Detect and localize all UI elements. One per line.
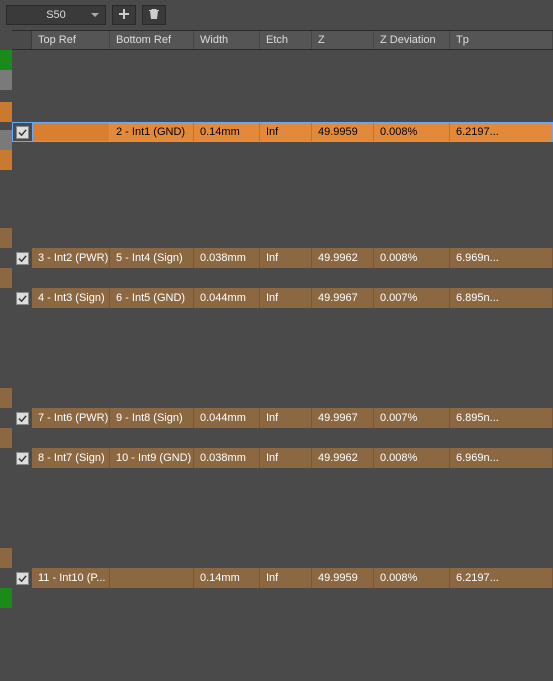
cell-width[interactable]: 0.14mm [194, 568, 260, 588]
cell-top-ref[interactable]: 11 - Int10 (P... [32, 568, 110, 588]
cell-width[interactable]: 0.14mm [194, 122, 260, 142]
header-z-deviation[interactable]: Z Deviation [374, 31, 450, 49]
gutter-segment [0, 548, 12, 568]
header-etch[interactable]: Etch [260, 31, 312, 49]
cell-z[interactable]: 49.9962 [312, 248, 374, 268]
gutter-segment [0, 130, 12, 150]
cell-bottom-ref[interactable] [110, 568, 194, 588]
cell-etch[interactable]: Inf [260, 568, 312, 588]
table-header: Top Ref Bottom Ref Width Etch Z Z Deviat… [12, 30, 553, 50]
gutter-segment [0, 102, 12, 122]
cell-top-ref[interactable]: 4 - Int3 (Sign) [32, 288, 110, 308]
row-checkbox-cell [12, 408, 32, 428]
row-checkbox-cell [12, 568, 32, 588]
header-tp[interactable]: Tp [450, 31, 553, 49]
cell-z[interactable]: 49.9959 [312, 568, 374, 588]
cell-etch[interactable]: Inf [260, 122, 312, 142]
gutter-segment [0, 388, 12, 408]
table-row[interactable]: 4 - Int3 (Sign)6 - Int5 (GND)0.044mmInf4… [12, 288, 553, 308]
cell-top-ref[interactable]: 7 - Int6 (PWR) [32, 408, 110, 428]
row-checkbox-cell [12, 448, 32, 468]
cell-z-deviation[interactable]: 0.007% [374, 288, 450, 308]
row-checkbox-cell [12, 122, 32, 142]
table-body: 2 - Int1 (GND)0.14mmInf49.99590.008%6.21… [12, 50, 553, 681]
row-checkbox[interactable] [16, 252, 29, 265]
gutter-segment [0, 50, 12, 70]
cell-z-deviation[interactable]: 0.007% [374, 408, 450, 428]
gutter-segment [0, 428, 12, 448]
cell-z[interactable]: 49.9962 [312, 448, 374, 468]
cell-z-deviation[interactable]: 0.008% [374, 122, 450, 142]
cell-bottom-ref[interactable]: 9 - Int8 (Sign) [110, 408, 194, 428]
table-row[interactable]: 7 - Int6 (PWR)9 - Int8 (Sign)0.044mmInf4… [12, 408, 553, 428]
cell-z-deviation[interactable]: 0.008% [374, 568, 450, 588]
gutter-segment [0, 228, 12, 248]
layer-gutter [0, 30, 12, 681]
cell-etch[interactable]: Inf [260, 408, 312, 428]
row-checkbox[interactable] [16, 126, 29, 139]
gutter-segment [0, 30, 12, 50]
cell-z-deviation[interactable]: 0.008% [374, 248, 450, 268]
cell-tp[interactable]: 6.969n... [450, 248, 553, 268]
row-checkbox[interactable] [16, 452, 29, 465]
profile-dropdown-value: S50 [46, 9, 66, 21]
profile-dropdown[interactable]: S50 [6, 5, 106, 25]
table-row[interactable]: 2 - Int1 (GND)0.14mmInf49.99590.008%6.21… [12, 122, 553, 142]
cell-bottom-ref[interactable]: 5 - Int4 (Sign) [110, 248, 194, 268]
cell-width[interactable]: 0.044mm [194, 288, 260, 308]
header-checkbox-col [12, 31, 32, 49]
cell-z[interactable]: 49.9967 [312, 288, 374, 308]
header-width[interactable]: Width [194, 31, 260, 49]
impedance-table: Top Ref Bottom Ref Width Etch Z Z Deviat… [12, 30, 553, 681]
cell-width[interactable]: 0.038mm [194, 448, 260, 468]
add-button[interactable] [112, 5, 136, 25]
header-z[interactable]: Z [312, 31, 374, 49]
plus-icon [118, 8, 130, 23]
cell-tp[interactable]: 6.895n... [450, 408, 553, 428]
cell-z[interactable]: 49.9967 [312, 408, 374, 428]
cell-top-ref[interactable]: 3 - Int2 (PWR) [32, 248, 110, 268]
cell-etch[interactable]: Inf [260, 288, 312, 308]
cell-bottom-ref[interactable]: 2 - Int1 (GND) [110, 122, 194, 142]
cell-width[interactable]: 0.038mm [194, 248, 260, 268]
cell-top-ref[interactable] [32, 122, 110, 142]
cell-tp[interactable]: 6.2197... [450, 122, 553, 142]
toolbar: S50 [0, 0, 553, 30]
table-row[interactable]: 11 - Int10 (P... 0.14mmInf49.99590.008%6.… [12, 568, 553, 588]
row-checkbox-cell [12, 288, 32, 308]
gutter-segment [0, 268, 12, 288]
row-checkbox[interactable] [16, 572, 29, 585]
row-checkbox-cell [12, 248, 32, 268]
gutter-segment [0, 70, 12, 90]
table-row[interactable]: 3 - Int2 (PWR)5 - Int4 (Sign)0.038mmInf4… [12, 248, 553, 268]
cell-width[interactable]: 0.044mm [194, 408, 260, 428]
row-checkbox[interactable] [16, 412, 29, 425]
gutter-segment [0, 588, 12, 608]
cell-z[interactable]: 49.9959 [312, 122, 374, 142]
cell-top-ref[interactable]: 8 - Int7 (Sign) [32, 448, 110, 468]
cell-etch[interactable]: Inf [260, 448, 312, 468]
trash-icon [148, 8, 160, 23]
cell-tp[interactable]: 6.969n... [450, 448, 553, 468]
cell-bottom-ref[interactable]: 10 - Int9 (GND) [110, 448, 194, 468]
header-top-ref[interactable]: Top Ref [32, 31, 110, 49]
cell-tp[interactable]: 6.2197... [450, 568, 553, 588]
header-bottom-ref[interactable]: Bottom Ref [110, 31, 194, 49]
cell-tp[interactable]: 6.895n... [450, 288, 553, 308]
table-row[interactable]: 8 - Int7 (Sign)10 - Int9 (GND)0.038mmInf… [12, 448, 553, 468]
cell-etch[interactable]: Inf [260, 248, 312, 268]
row-checkbox[interactable] [16, 292, 29, 305]
gutter-segment [0, 150, 12, 170]
cell-bottom-ref[interactable]: 6 - Int5 (GND) [110, 288, 194, 308]
cell-z-deviation[interactable]: 0.008% [374, 448, 450, 468]
delete-button[interactable] [142, 5, 166, 25]
